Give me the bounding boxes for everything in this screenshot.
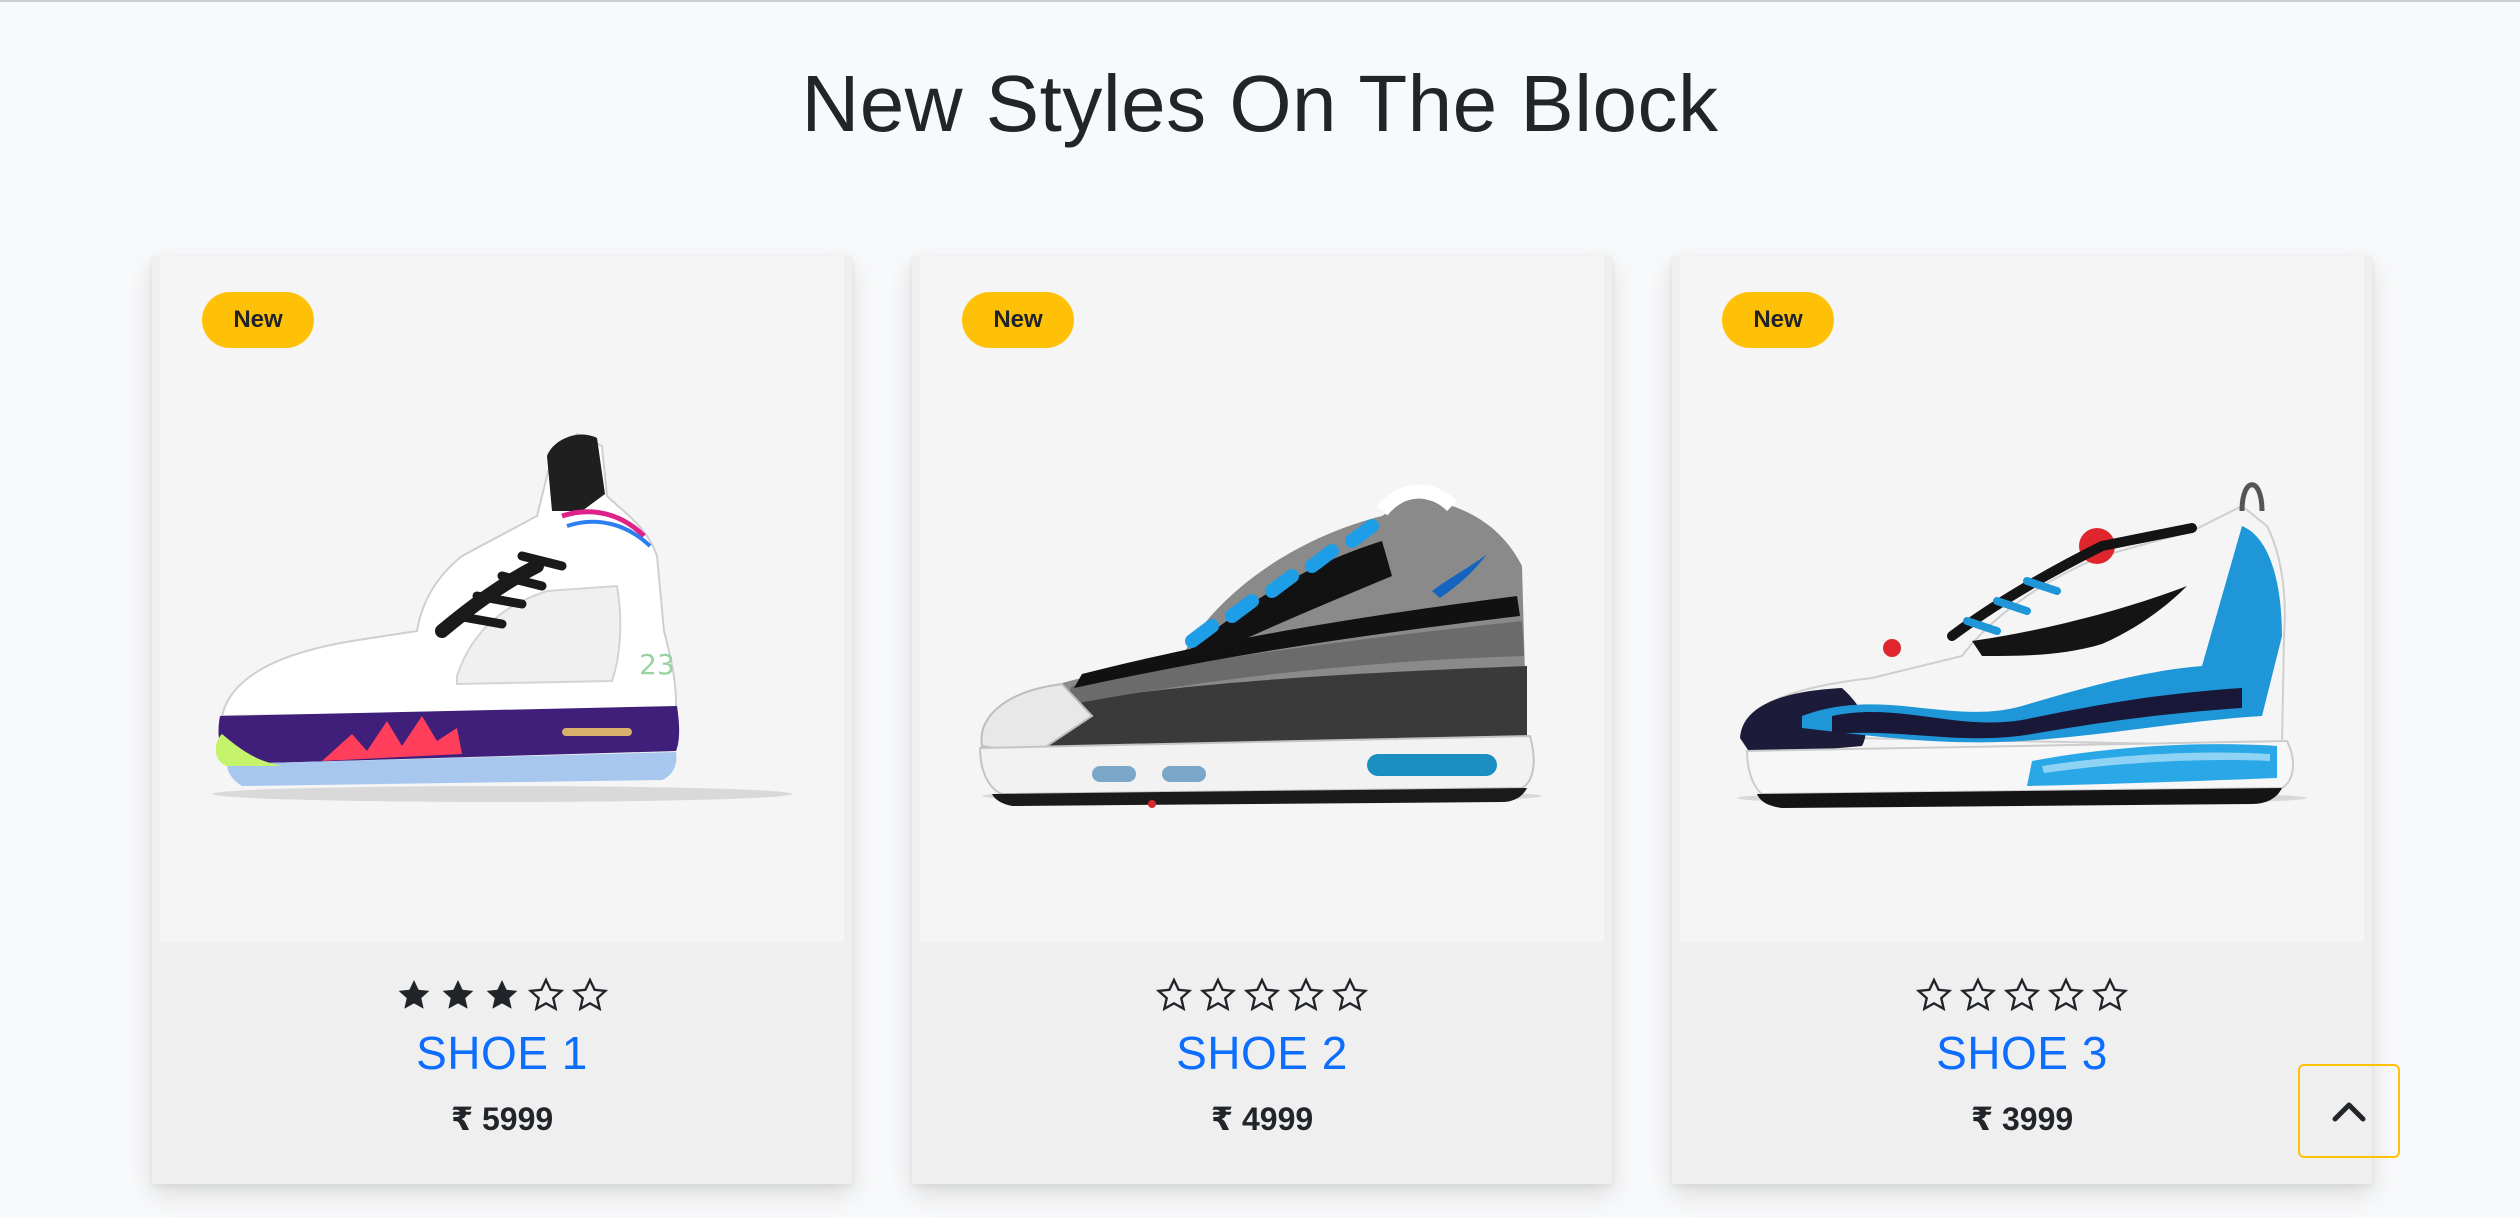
shoe-2-image[interactable] bbox=[962, 416, 1562, 856]
star-empty-icon bbox=[527, 977, 565, 1012]
product-card-2[interactable]: New SHOE 2 ₹ 4999 bbox=[912, 256, 1612, 1184]
product-card-3[interactable]: New SHOE 3 ₹ 3999 bbox=[1672, 256, 2372, 1184]
star-empty-icon bbox=[2003, 977, 2041, 1012]
product-price: ₹ 5999 bbox=[450, 1101, 554, 1137]
product-price: ₹ 4999 bbox=[1210, 1101, 1314, 1137]
chevron-up-icon bbox=[2332, 1102, 2366, 1122]
product-name[interactable]: SHOE 1 bbox=[152, 1026, 852, 1080]
star-empty-icon bbox=[1331, 977, 1369, 1012]
star-empty-icon bbox=[2047, 977, 2085, 1012]
star-empty-icon bbox=[1959, 977, 1997, 1012]
shoe-3-image[interactable] bbox=[1722, 416, 2322, 856]
star-rating bbox=[1672, 976, 2372, 1014]
new-badge: New bbox=[962, 292, 1074, 348]
star-rating bbox=[152, 976, 852, 1014]
star-empty-icon bbox=[2091, 977, 2129, 1012]
new-badge: New bbox=[1722, 292, 1834, 348]
back-to-top-button[interactable] bbox=[2298, 1064, 2400, 1158]
product-image-area: New 23 bbox=[160, 256, 844, 942]
star-empty-icon bbox=[1243, 977, 1281, 1012]
svg-text:23: 23 bbox=[639, 648, 675, 681]
star-rating bbox=[912, 976, 1612, 1014]
product-image-area: New bbox=[1680, 256, 2364, 942]
star-filled-icon bbox=[442, 979, 474, 1009]
product-image-area: New bbox=[920, 256, 1604, 942]
star-filled-icon bbox=[398, 979, 430, 1009]
new-badge: New bbox=[202, 292, 314, 348]
product-name[interactable]: SHOE 2 bbox=[912, 1026, 1612, 1080]
star-empty-icon bbox=[1915, 977, 1953, 1012]
product-price: ₹ 3999 bbox=[1970, 1101, 2074, 1137]
product-name[interactable]: SHOE 3 bbox=[1672, 1026, 2372, 1080]
product-card-1[interactable]: New 23 SHOE 1 ₹ 5999 bbox=[152, 256, 852, 1184]
star-empty-icon bbox=[1287, 977, 1325, 1012]
star-empty-icon bbox=[1155, 977, 1193, 1012]
shoe-1-image[interactable]: 23 bbox=[202, 416, 802, 856]
star-empty-icon bbox=[1199, 977, 1237, 1012]
top-divider bbox=[0, 0, 2520, 2]
section-title: New Styles On The Block bbox=[801, 59, 1719, 148]
star-filled-icon bbox=[486, 979, 518, 1009]
star-empty-icon bbox=[571, 977, 609, 1012]
